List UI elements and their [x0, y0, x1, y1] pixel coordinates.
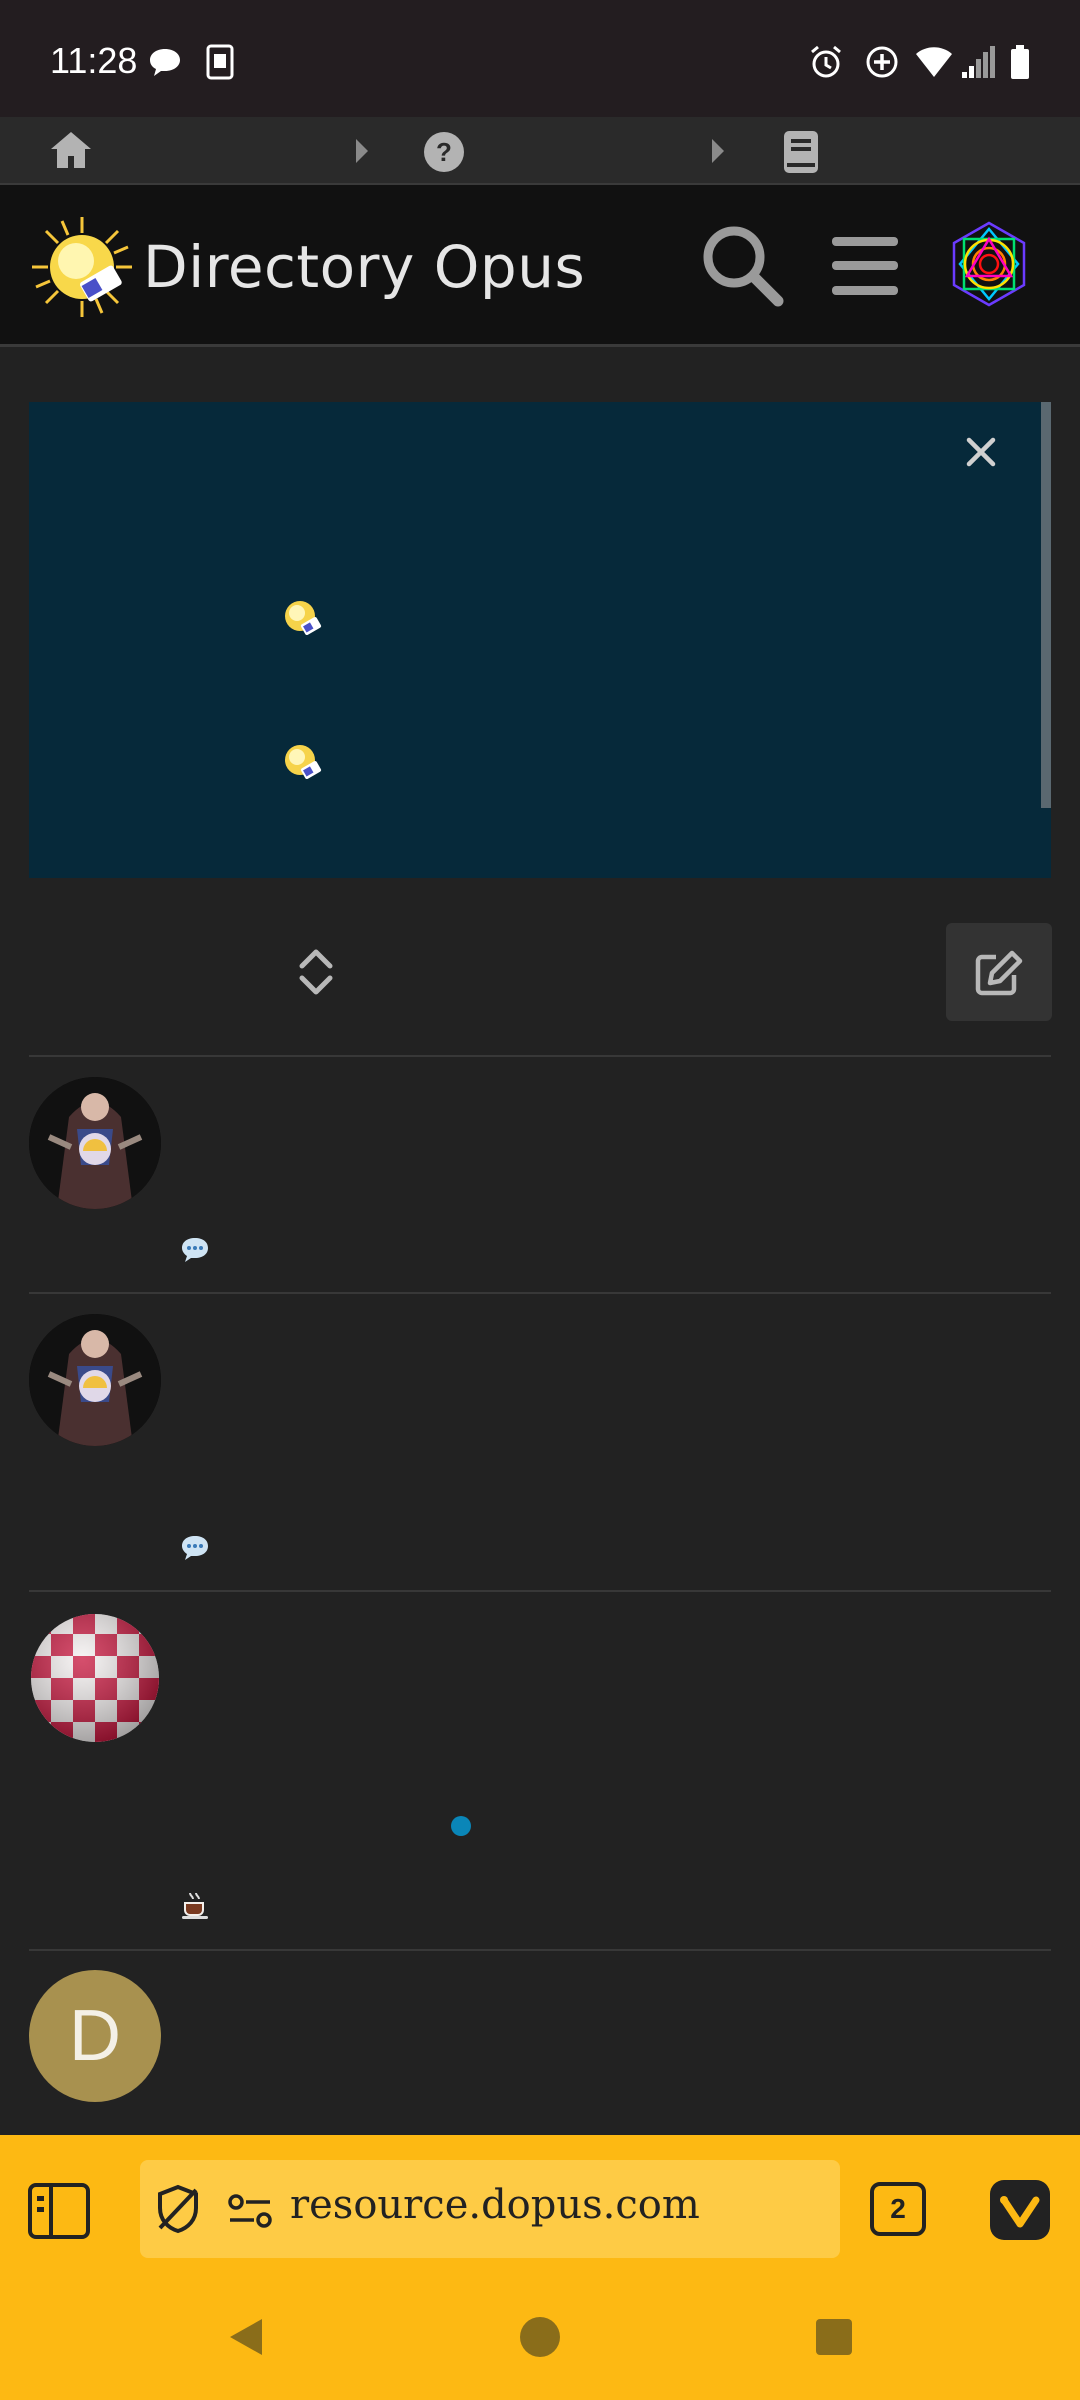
close-icon[interactable] — [961, 432, 1001, 476]
sort-toggle-icon[interactable] — [296, 948, 336, 1000]
home-icon[interactable] — [48, 129, 94, 175]
tracker-shield-icon[interactable] — [154, 2184, 202, 2238]
nav-home-icon[interactable] — [519, 2316, 561, 2362]
status-bar: 11:28 — [0, 0, 1080, 117]
tab-count-button[interactable]: 2 — [870, 2182, 926, 2236]
banner-scrollbar[interactable] — [1041, 402, 1051, 808]
wifi-icon — [914, 44, 954, 84]
site-title[interactable]: Directory Opus — [143, 233, 585, 301]
breadcrumb: ? — [0, 117, 1080, 185]
svg-text:?: ? — [436, 137, 452, 167]
avatar[interactable] — [29, 1612, 161, 1744]
book-icon[interactable] — [782, 129, 820, 179]
opus-small-icon — [282, 598, 324, 644]
avatar-letter: D — [69, 1996, 121, 2076]
divider — [29, 1292, 1051, 1294]
status-time: 11:28 — [50, 40, 138, 81]
signal-icon — [960, 44, 996, 84]
address-bar[interactable]: resource.dopus.com — [140, 2160, 840, 2258]
site-header: Directory Opus — [0, 185, 1080, 347]
battery-icon — [1008, 44, 1032, 84]
announcement-banner — [29, 402, 1051, 878]
divider — [29, 1590, 1051, 1592]
avatar[interactable] — [29, 1314, 161, 1446]
help-icon[interactable]: ? — [423, 131, 465, 177]
sim-card-icon — [205, 44, 235, 84]
nav-recents-icon[interactable] — [815, 2318, 853, 2360]
new-topic-button[interactable] — [946, 923, 1052, 1021]
alarm-icon — [808, 44, 844, 84]
data-saver-icon — [864, 44, 900, 84]
chat-bubble-icon — [147, 46, 183, 84]
vivaldi-menu-icon[interactable] — [990, 2180, 1050, 2244]
panel-toggle-icon[interactable] — [27, 2182, 91, 2244]
divider — [29, 1055, 1051, 1057]
speech-bubble-icon — [180, 1534, 210, 1566]
search-icon[interactable] — [700, 223, 784, 311]
avatar[interactable]: D — [29, 1970, 161, 2102]
edit-icon — [974, 949, 1024, 1001]
avatar[interactable] — [29, 1077, 161, 1209]
speech-bubble-icon — [180, 1236, 210, 1268]
unread-indicator — [451, 1816, 471, 1836]
divider — [29, 1949, 1051, 1951]
url-text[interactable]: resource.dopus.com — [290, 2182, 700, 2228]
menu-icon[interactable] — [830, 235, 900, 301]
chevron-right-icon — [352, 137, 372, 169]
directory-opus-logo-icon[interactable] — [30, 215, 134, 323]
browser-toolbar: resource.dopus.com 2 — [0, 2135, 1080, 2400]
chevron-right-icon — [708, 137, 728, 169]
site-settings-icon[interactable] — [228, 2194, 272, 2232]
user-avatar-icon[interactable] — [944, 219, 1034, 313]
opus-small-icon — [282, 742, 324, 788]
nav-back-icon[interactable] — [226, 2315, 266, 2363]
coffee-icon — [180, 1890, 210, 1924]
